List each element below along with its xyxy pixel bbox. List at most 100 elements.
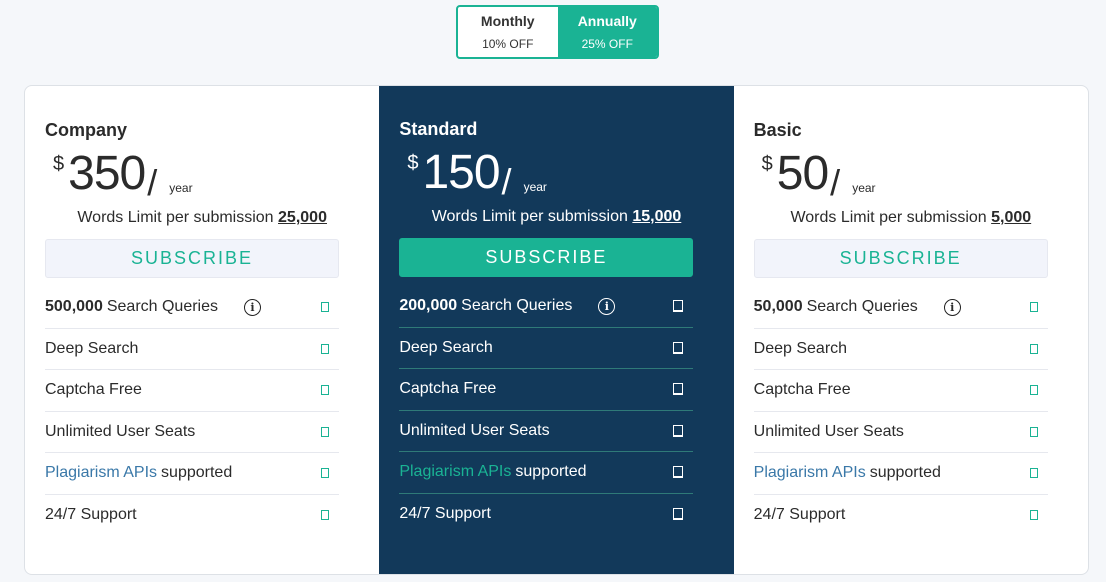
price-period: year	[852, 181, 876, 195]
price: $ 350 / year	[45, 147, 359, 205]
plagiarism-apis-link[interactable]: Plagiarism APIs	[754, 464, 866, 482]
plan-name: Standard	[399, 119, 478, 139]
annually-option[interactable]: Annually 25% OFF	[557, 7, 657, 57]
monthly-option[interactable]: Monthly 10% OFF	[458, 7, 558, 57]
plagiarism-apis-link[interactable]: Plagiarism APIs	[399, 463, 511, 481]
feature-plagiarism-apis: Plagiarism APIs supported	[45, 453, 339, 495]
feature-captcha-free: Captcha Free	[753, 370, 1048, 412]
feature-label: Captcha Free	[399, 380, 497, 398]
feature-label: 24/7 Support	[45, 506, 137, 524]
info-icon[interactable]: i	[598, 297, 616, 315]
feature-label: 24/7 Support	[399, 505, 491, 523]
words-limit-value: 5,000	[991, 209, 1032, 226]
check-icon	[673, 383, 684, 396]
price: $ 50 / year	[754, 147, 1068, 205]
check-icon	[673, 300, 684, 313]
plan-name: Basic	[753, 120, 802, 140]
check-icon	[321, 426, 329, 437]
feature-label: Deep Search	[753, 339, 848, 357]
feature-label: Captcha Free	[45, 381, 142, 399]
feature-label: Deep Search	[45, 339, 139, 357]
feature-search-queries: 500,000 Search Queries i	[45, 287, 339, 329]
feature-deep-search: Deep Search	[45, 329, 339, 370]
apis-suffix: supported	[869, 464, 941, 482]
currency-symbol: $	[407, 152, 419, 174]
feature-plagiarism-apis: Plagiarism APIs supported	[399, 452, 694, 494]
annually-discount: 25% OFF	[581, 37, 633, 51]
check-icon	[321, 343, 329, 354]
words-limit: Words Limit per submission 15,000	[399, 206, 713, 228]
words-limit-value: 15,000	[632, 208, 682, 225]
price-period: year	[523, 180, 547, 194]
feature-label: Deep Search	[399, 338, 493, 356]
words-limit-label: Words Limit per submission	[790, 209, 987, 226]
feature-list: 200,000 Search Queries i Deep Search Cap…	[399, 286, 694, 536]
subscribe-button[interactable]: SUBSCRIBE	[753, 239, 1048, 278]
feature-label: Unlimited User Seats	[399, 421, 550, 439]
feature-support: 24/7 Support	[399, 494, 693, 536]
price-period: year	[169, 181, 193, 195]
price-amount: 50	[776, 147, 829, 200]
check-icon	[673, 341, 684, 354]
check-icon	[321, 510, 329, 521]
check-icon	[673, 508, 684, 521]
currency-symbol: $	[761, 153, 773, 175]
info-icon[interactable]: i	[943, 298, 961, 316]
feature-list: 50,000 Search Queries i Deep Search Capt…	[753, 287, 1048, 537]
check-icon	[1029, 385, 1038, 396]
feature-label: 24/7 Support	[753, 506, 846, 524]
feature-support: 24/7 Support	[754, 495, 1048, 537]
words-limit-label: Words Limit per submission	[77, 209, 274, 226]
queries-count: 500,000	[45, 298, 103, 316]
feature-list: 500,000 Search Queries i Deep Search Cap…	[45, 287, 339, 536]
billing-toggle: Monthly 10% OFF Annually 25% OFF	[456, 5, 659, 59]
check-icon	[1029, 510, 1038, 521]
words-limit-value: 25,000	[278, 209, 327, 226]
queries-label: Search Queries	[106, 298, 219, 316]
words-limit-label: Words Limit per submission	[431, 208, 628, 225]
feature-deep-search: Deep Search	[399, 328, 694, 369]
feature-label: Unlimited User Seats	[753, 422, 904, 440]
check-icon	[1029, 426, 1038, 437]
price: $ 150 / year	[399, 146, 713, 204]
feature-search-queries: 50,000 Search Queries i	[753, 287, 1048, 329]
feature-captcha-free: Captcha Free	[45, 370, 339, 412]
feature-unlimited-seats: Unlimited User Seats	[399, 411, 694, 452]
price-amount: 350	[68, 147, 146, 200]
feature-support: 24/7 Support	[45, 495, 339, 537]
feature-unlimited-seats: Unlimited User Seats	[753, 412, 1048, 453]
feature-captcha-free: Captcha Free	[399, 369, 694, 411]
price-slash: /	[501, 161, 512, 202]
pricing-table: Company $ 350 / year Words Limit per sub…	[24, 85, 1089, 575]
check-icon	[1029, 302, 1038, 313]
feature-search-queries: 200,000 Search Queries i	[399, 286, 694, 328]
words-limit: Words Limit per submission 5,000	[754, 207, 1068, 229]
plan-standard: Standard $ 150 / year Words Limit per su…	[379, 86, 734, 574]
check-icon	[321, 302, 329, 313]
monthly-discount: 10% OFF	[482, 37, 534, 51]
price-slash: /	[830, 162, 841, 203]
check-icon	[673, 466, 684, 479]
price-slash: /	[147, 162, 158, 203]
queries-label: Search Queries	[806, 298, 918, 316]
feature-label: Captcha Free	[753, 381, 851, 399]
queries-count: 50,000	[753, 298, 803, 316]
feature-deep-search: Deep Search	[753, 329, 1048, 370]
price-amount: 150	[422, 146, 500, 199]
plagiarism-apis-link[interactable]: Plagiarism APIs	[45, 464, 157, 482]
feature-unlimited-seats: Unlimited User Seats	[45, 412, 339, 453]
annually-label: Annually	[577, 13, 637, 29]
monthly-label: Monthly	[480, 13, 535, 29]
check-icon	[1029, 468, 1038, 479]
info-icon[interactable]: i	[244, 298, 262, 316]
plan-company: Company $ 350 / year Words Limit per sub…	[25, 86, 379, 574]
apis-suffix: supported	[515, 463, 587, 481]
check-icon	[321, 385, 329, 396]
plan-name: Company	[45, 120, 128, 140]
queries-label: Search Queries	[461, 297, 573, 315]
subscribe-button[interactable]: SUBSCRIBE	[399, 238, 694, 277]
queries-count: 200,000	[399, 297, 458, 315]
subscribe-button[interactable]: SUBSCRIBE	[45, 239, 339, 278]
check-icon	[321, 468, 329, 479]
feature-label: Unlimited User Seats	[45, 422, 196, 440]
